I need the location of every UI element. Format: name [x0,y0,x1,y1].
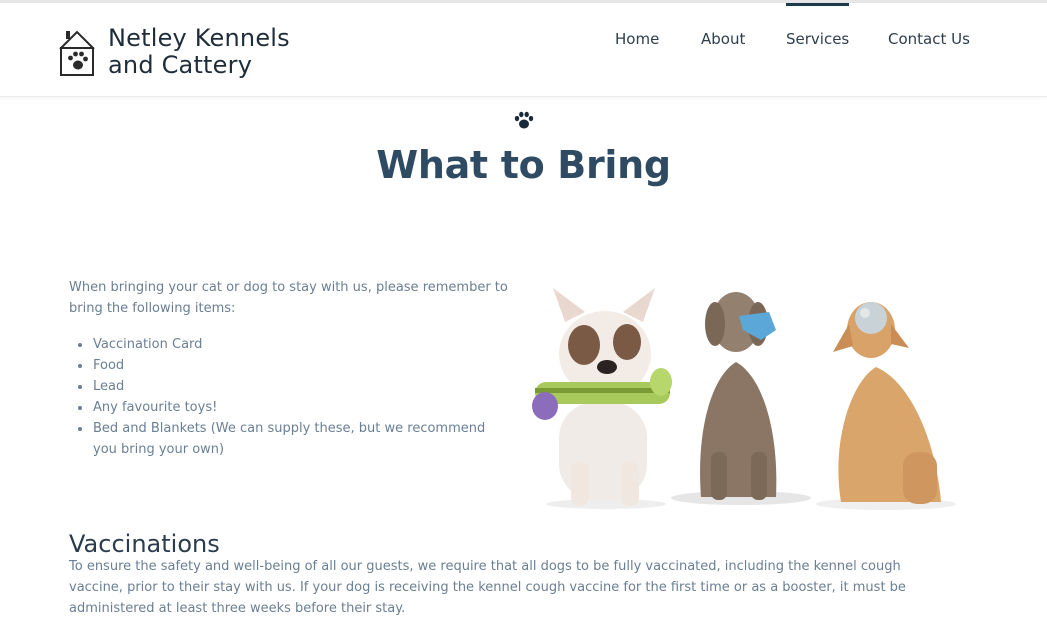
vaccinations-heading: Vaccinations [69,530,220,558]
site-header: Netley Kennels and Cattery Home About Se… [0,3,1047,97]
list-item: Vaccination Card [69,334,509,355]
tan-dog-image [816,302,956,510]
french-bulldog-image [532,288,672,509]
main-nav: Home About Services Contact Us [0,3,1047,97]
list-item: Food [69,355,509,376]
page-title: What to Bring [376,143,671,187]
nav-about[interactable]: About [701,30,745,48]
dogs-photo [532,288,956,510]
bring-intro: When bringing your cat or dog to stay wi… [69,280,508,316]
list-item: Any favourite toys! [69,397,509,418]
list-item: Bed and Blankets (We can supply these, b… [69,418,509,460]
bring-list: Vaccination Card Food Lead Any favourite… [69,334,509,460]
vaccinations-text: To ensure the safety and well-being of a… [69,559,906,616]
list-item: Lead [69,376,509,397]
nav-contact-us[interactable]: Contact Us [888,30,970,48]
weimaraner-image [671,292,811,505]
nav-services[interactable]: Services [786,3,850,48]
nav-home[interactable]: Home [615,30,659,48]
paw-icon [514,111,534,129]
